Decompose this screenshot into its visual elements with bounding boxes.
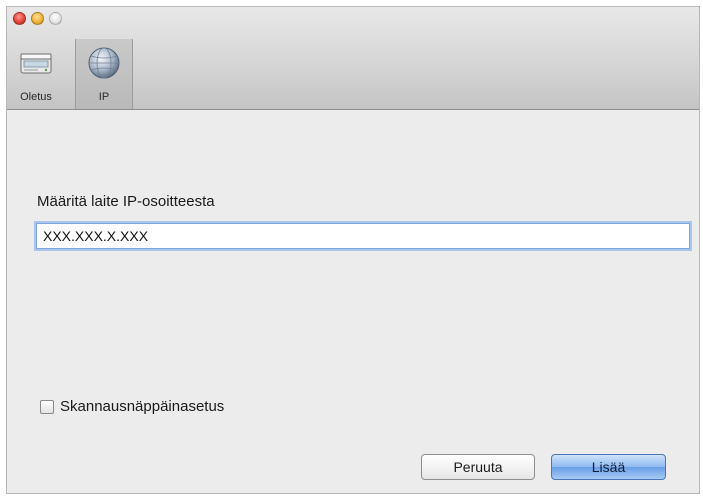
- toolbar-item-oletus[interactable]: Oletus: [7, 39, 65, 109]
- traffic-lights: [13, 12, 62, 25]
- toolbar-item-ip[interactable]: IP: [75, 39, 133, 109]
- scan-key-setting[interactable]: Skannausnäppäinasetus: [40, 398, 224, 415]
- add-button[interactable]: Lisää: [551, 454, 666, 480]
- scanner-icon: [20, 53, 52, 74]
- scan-key-checkbox[interactable]: [40, 399, 54, 414]
- window-toolbar: Oletus IP: [7, 7, 699, 110]
- cancel-button[interactable]: Peruuta: [421, 454, 535, 480]
- preferences-window: Oletus IP Määritä laite IP-osoitteesta X…: [6, 6, 700, 494]
- minimize-window-button[interactable]: [31, 12, 44, 25]
- toolbar-item-label: IP: [98, 91, 110, 103]
- toolbar-item-label: Oletus: [20, 91, 52, 103]
- close-window-button[interactable]: [13, 12, 26, 25]
- network-globe-icon: [88, 47, 120, 79]
- ip-address-label: Määritä laite IP-osoitteesta: [37, 193, 215, 210]
- ip-address-input[interactable]: [36, 223, 690, 249]
- scan-key-label[interactable]: Skannausnäppäinasetus: [60, 398, 224, 415]
- zoom-window-button[interactable]: [49, 12, 62, 25]
